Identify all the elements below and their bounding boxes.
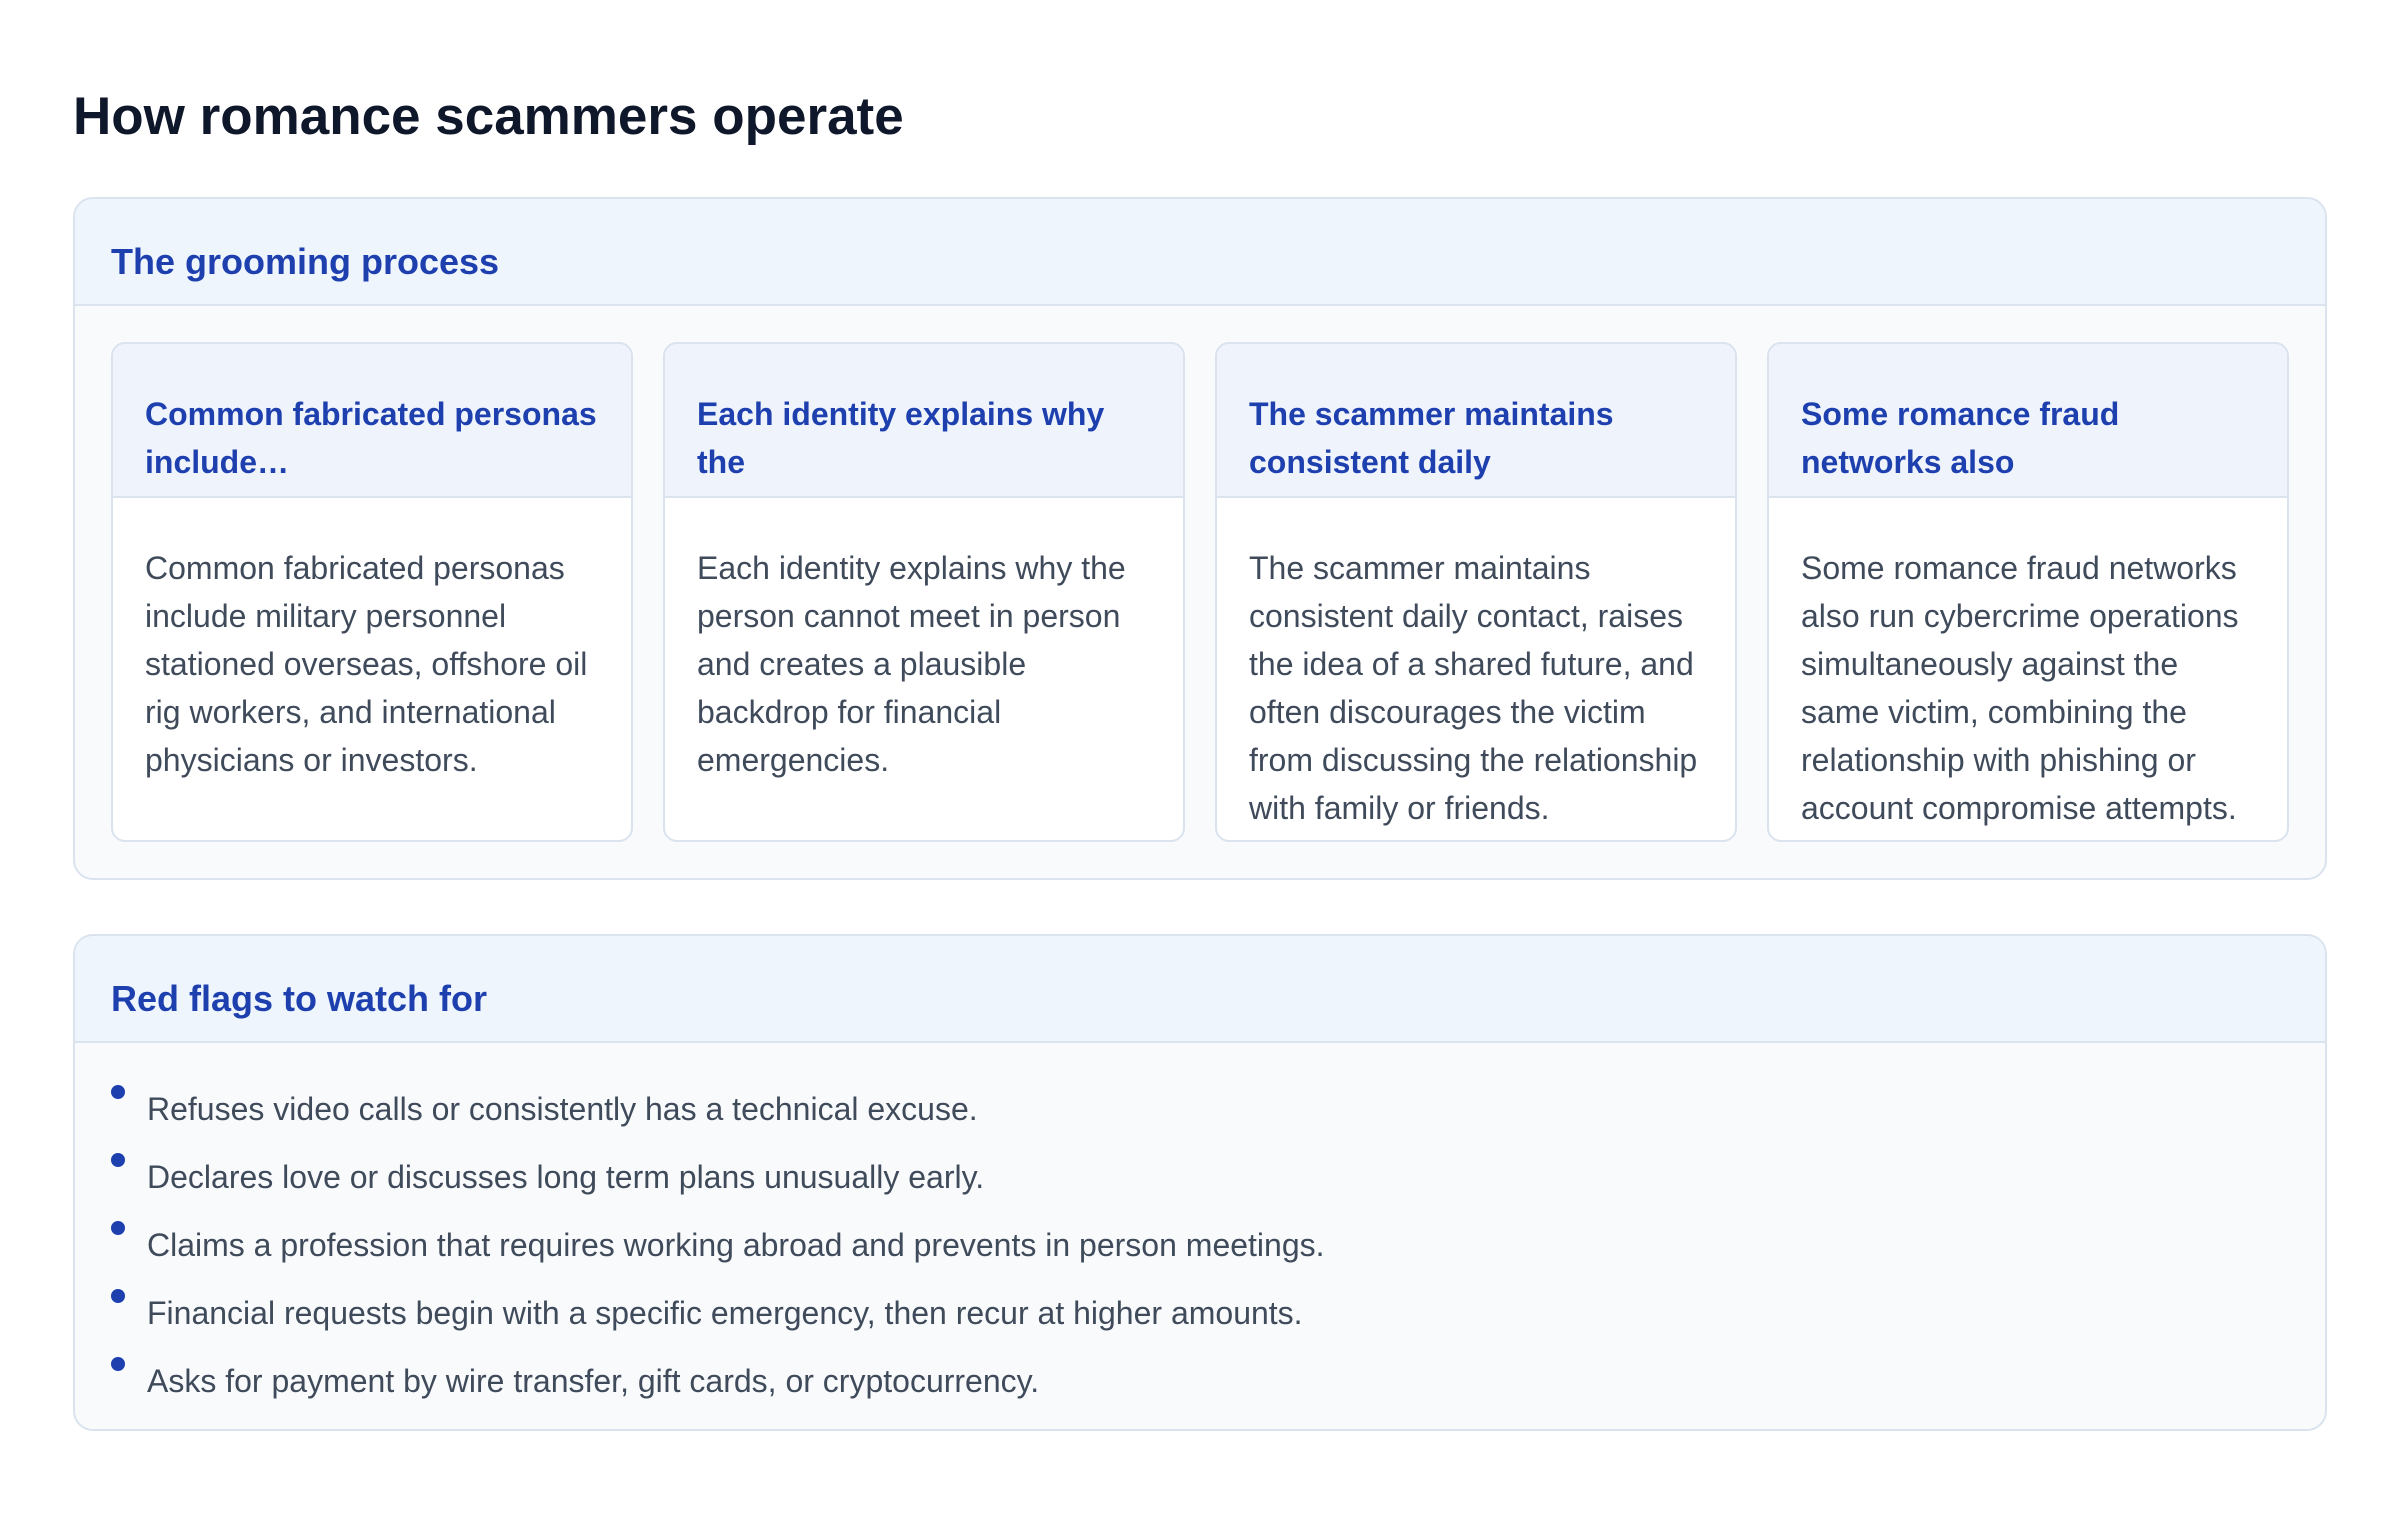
card-header: Common fabricated personas include… bbox=[113, 344, 631, 498]
grooming-card: Common fabricated personas include… Comm… bbox=[111, 342, 633, 842]
card-header: Each identity explains why the bbox=[665, 344, 1183, 498]
grooming-cards: Common fabricated personas include… Comm… bbox=[75, 306, 2325, 878]
bullet-icon bbox=[111, 1289, 125, 1303]
grooming-card: The scammer maintains consistent daily T… bbox=[1215, 342, 1737, 842]
list-item-text: Asks for payment by wire transfer, gift … bbox=[147, 1363, 1040, 1399]
card-body: Common fabricated personas include milit… bbox=[145, 550, 588, 778]
list-item-text: Refuses video calls or consistently has … bbox=[147, 1091, 978, 1127]
card-title: Common fabricated personas include… bbox=[145, 396, 597, 480]
grooming-card: Some romance fraud networks also Some ro… bbox=[1767, 342, 2289, 842]
card-title: Each identity explains why the bbox=[697, 396, 1105, 480]
page-title: How romance scammers operate bbox=[73, 87, 904, 146]
list-item: Asks for payment by wire transfer, gift … bbox=[111, 1357, 2289, 1405]
list-item: Claims a profession that requires workin… bbox=[111, 1221, 2289, 1269]
card-title: Some romance fraud networks also bbox=[1801, 396, 2120, 480]
grooming-panel: The grooming process Common fabricated p… bbox=[73, 197, 2327, 880]
list-item: Refuses video calls or consistently has … bbox=[111, 1085, 2289, 1133]
list-item: Declares love or discusses long term pla… bbox=[111, 1153, 2289, 1201]
bullet-icon bbox=[111, 1085, 125, 1099]
red-flags-panel: Red flags to watch for Refuses video cal… bbox=[73, 934, 2327, 1431]
red-flags-list: Refuses video calls or consistently has … bbox=[75, 1043, 2325, 1429]
list-item-text: Financial requests begin with a specific… bbox=[147, 1295, 1303, 1331]
grooming-card: Each identity explains why the Each iden… bbox=[663, 342, 1185, 842]
card-body: Each identity explains why the person ca… bbox=[697, 550, 1126, 778]
red-flags-panel-header: Red flags to watch for bbox=[75, 936, 2325, 1043]
card-body: The scammer maintains consistent daily c… bbox=[1249, 550, 1698, 826]
grooming-panel-header: The grooming process bbox=[75, 199, 2325, 306]
red-flags-panel-title: Red flags to watch for bbox=[111, 977, 488, 1019]
page: How romance scammers operate The groomin… bbox=[0, 0, 2400, 1514]
list-item-text: Declares love or discusses long term pla… bbox=[147, 1159, 985, 1195]
card-header: Some romance fraud networks also bbox=[1769, 344, 2287, 498]
card-header: The scammer maintains consistent daily bbox=[1217, 344, 1735, 498]
card-body: Some romance fraud networks also run cyb… bbox=[1801, 550, 2239, 826]
list-item: Financial requests begin with a specific… bbox=[111, 1289, 2289, 1337]
bullet-icon bbox=[111, 1153, 125, 1167]
bullet-icon bbox=[111, 1357, 125, 1371]
grooming-panel-title: The grooming process bbox=[111, 240, 500, 282]
list-item-text: Claims a profession that requires workin… bbox=[147, 1227, 1325, 1263]
card-title: The scammer maintains consistent daily bbox=[1249, 396, 1614, 480]
bullet-icon bbox=[111, 1221, 125, 1235]
